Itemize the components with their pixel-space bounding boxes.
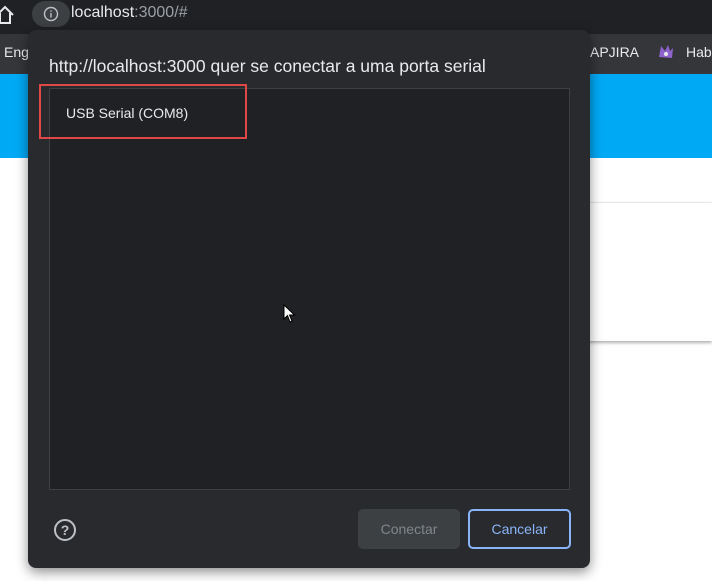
mouse-cursor-icon: [283, 304, 296, 323]
url-path: :3000/#: [134, 4, 188, 21]
info-icon: [43, 6, 59, 22]
help-icon[interactable]: ?: [54, 519, 76, 541]
annotation-highlight-box: [39, 84, 247, 139]
browser-toolbar: localhost:3000/#: [0, 0, 712, 34]
dialog-title: http://localhost:3000 quer se conectar a…: [49, 56, 486, 76]
bookmark-favicon-icon: [659, 45, 673, 58]
url-host: localhost: [71, 4, 135, 21]
site-info-button[interactable]: [32, 1, 70, 27]
bookmark-hab[interactable]: Hab: [686, 44, 712, 60]
bookmark-apjira[interactable]: APJIRA: [590, 44, 639, 60]
address-bar[interactable]: localhost:3000/#: [71, 4, 188, 22]
bookmark-eng[interactable]: Eng: [4, 44, 29, 60]
cancel-button[interactable]: Cancelar: [468, 509, 571, 549]
device-list[interactable]: USB Serial (COM8): [49, 88, 570, 490]
connect-button[interactable]: Conectar: [358, 509, 460, 549]
home-icon[interactable]: [0, 4, 16, 26]
